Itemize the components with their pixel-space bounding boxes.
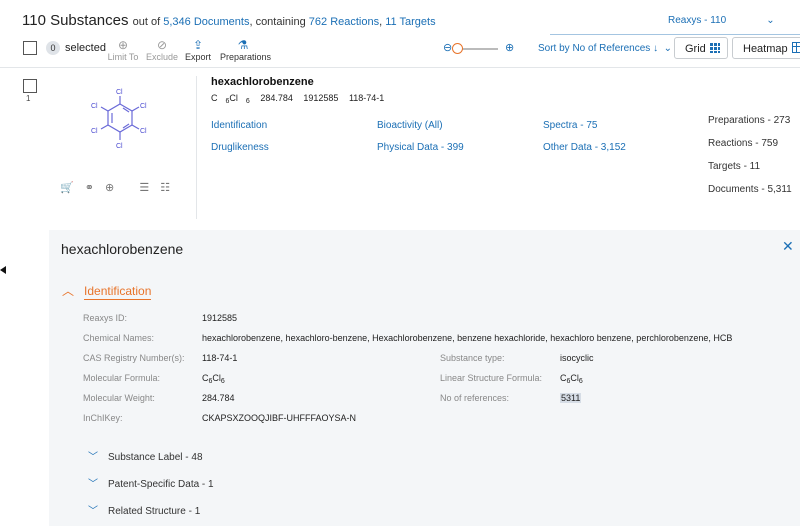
- physical-data-link[interactable]: Physical Data - 399: [377, 142, 464, 153]
- menu-icon[interactable]: ☰: [139, 182, 149, 194]
- atom-label: Cl: [91, 103, 98, 110]
- atom-label: Cl: [91, 128, 98, 135]
- related-structure-toggle[interactable]: ﹀ Related Structure - 1: [88, 502, 200, 517]
- list-view-icon[interactable]: ☷: [160, 182, 170, 194]
- link-icon[interactable]: ⚭: [85, 182, 94, 194]
- targets-link[interactable]: 11 Targets: [385, 16, 435, 28]
- record-actions: 🛒 ⚭ ⊕ ☰ ☷: [60, 181, 178, 194]
- chevron-up-icon: ︿: [62, 284, 75, 298]
- magnify-icon[interactable]: ⊕: [105, 182, 114, 194]
- documents-count[interactable]: Documents - 5,311: [708, 184, 792, 195]
- atom-label: Cl: [140, 103, 147, 110]
- field-value: CKAPSXZOOQJIBF-UHFFFAOYSA-N: [202, 413, 357, 423]
- grid-icon: [709, 43, 720, 53]
- documents-link[interactable]: 5,346 Documents: [163, 16, 249, 28]
- field-value: 284.784: [202, 393, 235, 403]
- sort-dropdown[interactable]: Sort by No of References ↓ ⌄: [538, 43, 672, 54]
- divider: [550, 34, 800, 35]
- field-label: Molecular Weight:: [83, 393, 155, 403]
- bond: [131, 124, 140, 130]
- heatmap-view-button[interactable]: Heatmap: [732, 37, 800, 59]
- field-label: Substance type:: [440, 353, 505, 363]
- field-label: InChIKey:: [83, 413, 123, 423]
- reaxys-id: 1912585: [303, 93, 339, 103]
- reactions-count[interactable]: Reactions - 759: [708, 138, 778, 149]
- identification-section-toggle[interactable]: ︿ Identification: [62, 282, 152, 300]
- flask-icon: ⚗: [237, 38, 249, 52]
- limit-to-button[interactable]: ⊕ Limit To: [101, 38, 145, 62]
- substance-properties: C 6Cl 6 284.784 1912585 118-74-1: [211, 93, 392, 105]
- linear-formula-value: C6Cl6: [560, 373, 583, 385]
- identification-link[interactable]: Identification: [211, 120, 267, 131]
- spectra-link[interactable]: Spectra - 75: [543, 120, 597, 131]
- bond: [100, 124, 109, 130]
- close-icon[interactable]: ✕: [782, 238, 794, 255]
- results-summary: 110 Substances out of 5,346 Documents, c…: [22, 12, 436, 29]
- field-label: No of references:: [440, 393, 510, 403]
- zoom-out-icon[interactable]: ⊖: [443, 41, 452, 54]
- zoom-slider-handle[interactable]: [452, 43, 463, 54]
- field-value: 5311: [560, 393, 582, 403]
- other-data-link[interactable]: Other Data - 3,152: [543, 142, 626, 153]
- atom-label: Cl: [140, 128, 147, 135]
- caret-left-icon[interactable]: [0, 266, 6, 274]
- field-value: 118-74-1: [202, 353, 238, 363]
- field-label: Reaxys ID:: [83, 313, 128, 323]
- limit-icon: ⊕: [117, 38, 129, 52]
- field-value: 1912585: [202, 313, 238, 323]
- bond: [100, 106, 109, 112]
- cas-number: 118-74-1: [348, 93, 385, 103]
- zoom-slider-track[interactable]: [458, 48, 498, 50]
- divider: [196, 76, 197, 219]
- select-all-checkbox[interactable]: [23, 41, 37, 55]
- sort-direction-icon[interactable]: ↓: [653, 43, 658, 54]
- selected-count-badge: 0: [46, 41, 60, 55]
- substance-label-toggle[interactable]: ﹀ Substance Label - 48: [88, 448, 203, 463]
- field-label: Chemical Names:: [83, 333, 155, 343]
- grid-view-button[interactable]: Grid: [674, 37, 728, 59]
- bioactivity-link[interactable]: Bioactivity (All): [377, 120, 443, 131]
- field-value: hexachlorobenzene, hexachloro-benzene, H…: [202, 333, 733, 343]
- molecular-formula-value: C6Cl6: [202, 373, 225, 385]
- druglikeness-link[interactable]: Druglikeness: [211, 142, 269, 153]
- chevron-down-icon: ﹀: [88, 506, 98, 517]
- divider: [0, 67, 800, 68]
- field-value: isocyclic: [560, 353, 594, 363]
- atom-label: Cl: [116, 89, 123, 96]
- field-label: CAS Registry Number(s):: [83, 353, 185, 363]
- molecular-formula: C 6Cl 6: [211, 93, 250, 105]
- preparations-button[interactable]: ⚗ Preparations: [220, 38, 271, 62]
- cart-icon[interactable]: 🛒: [60, 182, 74, 194]
- chevron-down-icon: ⌄: [663, 43, 673, 54]
- zoom-in-icon[interactable]: ⊕: [505, 41, 514, 54]
- export-button[interactable]: ⇪ Export: [176, 38, 220, 62]
- reactions-link[interactable]: 762 Reactions: [309, 16, 379, 28]
- chevron-down-icon: ﹀: [88, 479, 98, 490]
- chevron-down-icon: ﹀: [88, 452, 98, 463]
- heatmap-icon: [791, 42, 800, 53]
- structure-image[interactable]: Cl Cl Cl Cl Cl Cl: [85, 82, 165, 164]
- targets-count[interactable]: Targets - 11: [708, 161, 760, 172]
- database-selector[interactable]: Reaxys - 110 ⌄: [668, 15, 775, 26]
- record-index: 1: [26, 94, 31, 103]
- preparations-count[interactable]: Preparations - 273: [708, 115, 790, 126]
- bond: [131, 106, 140, 112]
- field-label: Molecular Formula:: [83, 373, 161, 383]
- chevron-down-icon: ⌄: [766, 15, 775, 26]
- field-label: Linear Structure Formula:: [440, 373, 543, 383]
- record-checkbox[interactable]: [23, 79, 37, 93]
- selected-label: selected: [65, 42, 106, 54]
- atom-label: Cl: [116, 143, 123, 150]
- patent-data-toggle[interactable]: ﹀ Patent-Specific Data - 1: [88, 475, 214, 490]
- substance-name[interactable]: hexachlorobenzene: [211, 76, 314, 88]
- detail-title: hexachlorobenzene: [61, 241, 184, 257]
- export-icon: ⇪: [192, 38, 204, 52]
- substance-count: 110 Substances: [22, 12, 129, 29]
- molecular-weight: 284.784: [260, 93, 293, 103]
